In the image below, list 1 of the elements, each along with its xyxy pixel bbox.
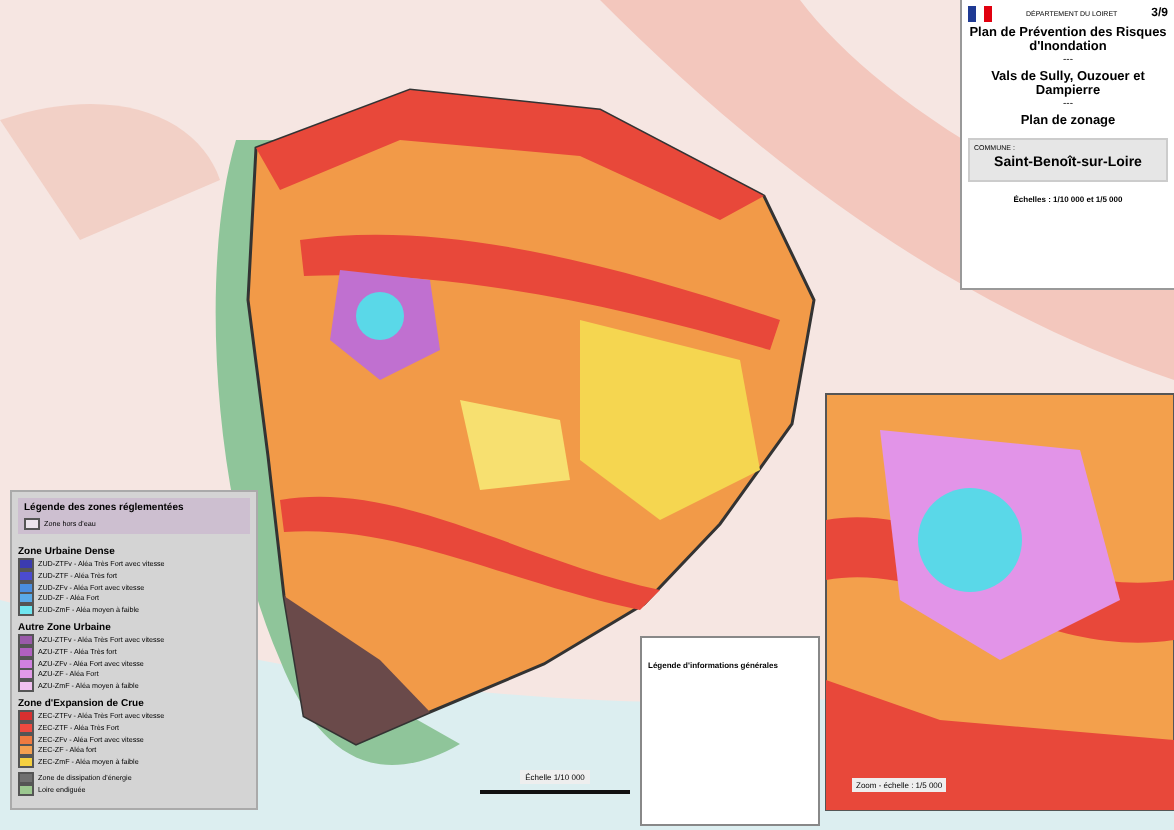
flag-icon	[968, 6, 992, 22]
